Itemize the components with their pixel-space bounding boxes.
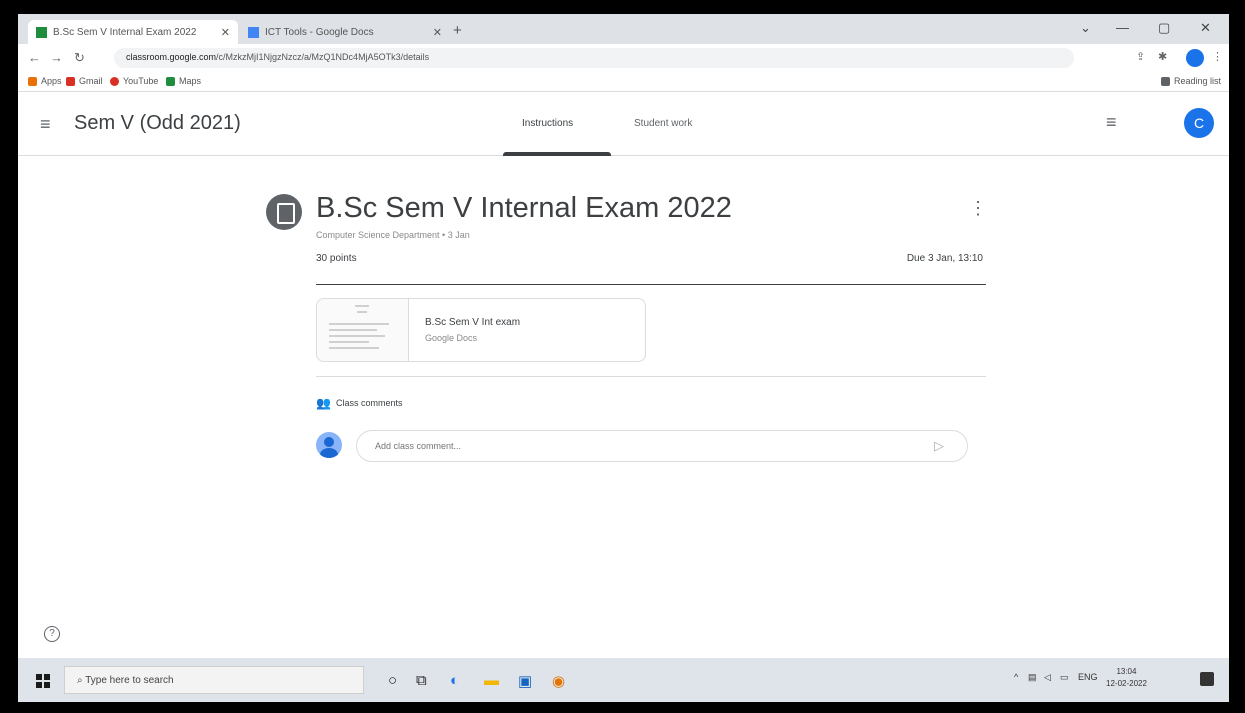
edge-icon[interactable]: ◐	[450, 672, 459, 689]
tab-title: B.Sc Sem V Internal Exam 2022	[53, 26, 197, 38]
store-icon[interactable]: ▣	[518, 672, 532, 690]
divider	[316, 284, 986, 285]
assignment-title: B.Sc Sem V Internal Exam 2022	[316, 192, 732, 224]
speaker-icon[interactable]: ◁	[1044, 672, 1051, 683]
new-tab-button[interactable]: +	[453, 22, 462, 39]
maximize-icon[interactable]: ▢	[1158, 20, 1170, 36]
tab-student-work[interactable]: Student work	[634, 118, 692, 129]
reading-list-label: Reading list	[1173, 76, 1221, 86]
apps-icon	[28, 76, 37, 86]
docs-favicon-icon	[248, 26, 259, 38]
bookmark-youtube[interactable]: YouTube	[110, 76, 158, 86]
screen: B.Sc Sem V Internal Exam 2022 ✕ ICT Tool…	[18, 14, 1229, 702]
browser-toolbar: ← → ↻ classroom.google.com/c/MzkzMjI1Njg…	[18, 44, 1229, 72]
maps-icon	[166, 76, 175, 86]
send-icon[interactable]: ▷	[934, 438, 944, 454]
cortana-icon[interactable]: ○	[388, 672, 397, 689]
reload-icon[interactable]: ↻	[74, 50, 85, 66]
back-icon[interactable]: ←	[28, 50, 41, 65]
minimize-icon[interactable]: —	[1116, 20, 1129, 35]
bookmark-maps[interactable]: Maps	[166, 76, 201, 86]
classroom-header: ≡ Sem V (Odd 2021) Instructions Student …	[18, 92, 1229, 156]
taskbar-search-box[interactable]: ⌕ Type here to search	[64, 666, 364, 694]
classroom-favicon-icon	[36, 26, 47, 38]
user-avatar	[316, 432, 342, 458]
taskbar-search-placeholder: Type here to search	[85, 675, 174, 686]
browser-tab-exam[interactable]: B.Sc Sem V Internal Exam 2022 ✕	[28, 20, 238, 44]
task-view-icon[interactable]: ⧉	[416, 672, 427, 689]
tab-search-icon[interactable]: ⌄	[1080, 20, 1091, 36]
browser-profile-icon[interactable]	[1186, 49, 1204, 67]
assignment-icon	[266, 194, 302, 230]
tab-title: ICT Tools - Google Docs	[265, 26, 374, 38]
divider	[316, 376, 986, 377]
battery-icon[interactable]: ▭	[1060, 672, 1069, 683]
class-comments-label: Class comments	[336, 398, 403, 408]
browser-menu-icon[interactable]: ⋮	[1212, 50, 1223, 63]
notifications-icon[interactable]	[1200, 672, 1214, 686]
attachment-type: Google Docs	[425, 333, 478, 343]
bookmark-gmail[interactable]: Gmail	[66, 76, 103, 86]
bookmark-label: Apps	[41, 76, 62, 86]
bookmarks-bar: Apps Gmail YouTube Maps Reading list	[18, 72, 1229, 92]
file-explorer-icon[interactable]: ▬	[484, 672, 499, 689]
active-tab-indicator	[503, 152, 611, 156]
tab-instructions[interactable]: Instructions	[522, 118, 573, 129]
system-clock[interactable]: 13:04 12-02-2022	[1106, 666, 1147, 690]
bookmark-label: YouTube	[123, 76, 159, 86]
close-window-icon[interactable]: ✕	[1200, 20, 1211, 36]
course-title[interactable]: Sem V (Odd 2021)	[74, 112, 241, 135]
close-tab-icon[interactable]: ✕	[221, 26, 230, 39]
network-icon[interactable]: ▤	[1028, 672, 1037, 683]
browser-tab-docs[interactable]: ICT Tools - Google Docs ✕	[240, 20, 450, 44]
gmail-icon	[66, 76, 75, 86]
youtube-icon	[110, 76, 119, 86]
forward-icon[interactable]: →	[50, 50, 63, 65]
assignment-meta: Computer Science Department • 3 Jan	[316, 230, 470, 240]
google-apps-icon[interactable]: ≡	[1106, 112, 1117, 133]
search-icon: ⌕	[77, 675, 86, 686]
help-icon[interactable]: ?	[44, 626, 60, 642]
windows-start-icon[interactable]	[36, 674, 50, 688]
account-avatar[interactable]: C	[1184, 108, 1214, 138]
reading-list[interactable]: Reading list	[1160, 76, 1221, 86]
close-tab-icon[interactable]: ✕	[433, 26, 442, 39]
bookmark-label: Maps	[179, 76, 202, 86]
address-bar[interactable]: classroom.google.com/c/MzkzMjI1NjgzNzcz/…	[114, 48, 1074, 68]
clock-time: 13:04	[1116, 667, 1137, 676]
assignment-points: 30 points	[316, 253, 357, 264]
browser-tab-strip: B.Sc Sem V Internal Exam 2022 ✕ ICT Tool…	[18, 14, 1229, 44]
url-host: classroom.google.com	[126, 52, 217, 62]
people-icon: 👥	[316, 396, 331, 410]
attachment-title: B.Sc Sem V Int exam	[425, 317, 521, 328]
class-comment-input[interactable]	[356, 430, 968, 462]
clock-date: 12-02-2022	[1106, 679, 1147, 688]
more-options-icon[interactable]: ⋮	[969, 198, 987, 219]
windows-taskbar: ⌕ Type here to search ○ ⧉ ◐ ▬ ▣ ◉ ^ ▤ ◁ …	[18, 658, 1229, 702]
main-menu-icon[interactable]: ≡	[40, 114, 51, 135]
language-indicator[interactable]: ENG	[1078, 672, 1098, 682]
share-icon[interactable]: ⇪	[1136, 50, 1145, 63]
attachment-card[interactable]: B.Sc Sem V Int exam Google Docs	[316, 298, 646, 362]
reading-list-icon	[1160, 76, 1170, 86]
chrome-icon[interactable]: ◉	[552, 672, 565, 690]
url-path: /c/MzkzMjI1NjgzNzcz/a/MzQ1NDc4MjA5OTk3/d…	[216, 52, 430, 62]
assignment-due-date: Due 3 Jan, 13:10	[906, 253, 983, 264]
bookmark-apps[interactable]: Apps	[28, 76, 62, 86]
bookmark-label: Gmail	[79, 76, 103, 86]
document-thumbnail	[317, 299, 409, 361]
extensions-icon[interactable]: ✱	[1158, 50, 1167, 63]
show-hidden-icons-icon[interactable]: ^	[1014, 672, 1018, 682]
